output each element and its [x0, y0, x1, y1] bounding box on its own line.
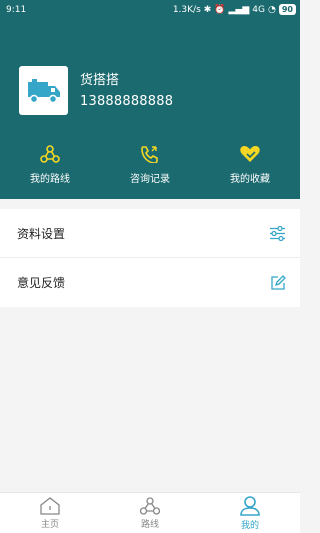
tab-home[interactable]: 主页	[0, 493, 100, 533]
bluetooth-icon: ✱	[203, 4, 212, 15]
phone-icon	[141, 146, 158, 163]
truck-icon	[27, 78, 60, 103]
shortcut-bar: 我的路线 咨询记录 我的收藏	[0, 145, 300, 193]
user-phone: 13888888888	[80, 93, 174, 109]
user-icon	[240, 495, 260, 516]
heart-icon	[240, 146, 260, 162]
home-icon	[40, 496, 60, 515]
edit-icon	[271, 274, 286, 290]
shortcut-label: 我的路线	[30, 174, 70, 185]
shortcut-consult-history[interactable]: 咨询记录	[100, 145, 200, 193]
status-bar: 9:11 1.3K/s ✱ ⏰ ▂▄▆ 4G ◔ 90	[0, 0, 300, 20]
settings-menu: 资料设置 意见反馈	[0, 209, 300, 307]
profile-card[interactable]: 货搭搭 13888888888	[19, 66, 173, 115]
shortcut-label: 咨询记录	[130, 174, 170, 185]
status-indicators: 1.3K/s ✱ ⏰ ▂▄▆ 4G ◔ 90	[173, 4, 296, 15]
settings-sliders-icon	[270, 225, 285, 241]
shortcut-favorites[interactable]: 我的收藏	[200, 145, 300, 193]
profile-header: 9:11 1.3K/s ✱ ⏰ ▂▄▆ 4G ◔ 90 货搭搭 13888888…	[0, 0, 300, 199]
tab-mine[interactable]: 我的	[200, 493, 300, 533]
network-type: 4G	[252, 4, 265, 15]
route-icon	[40, 145, 60, 163]
tab-label: 我的	[240, 520, 259, 531]
avatar	[19, 66, 68, 115]
user-name: 货搭搭	[80, 72, 120, 88]
menu-item-label: 资料设置	[17, 226, 66, 241]
tab-routes[interactable]: 路线	[100, 493, 200, 533]
shortcut-label: 我的收藏	[230, 174, 270, 185]
network-speed: 1.3K/s	[172, 4, 201, 15]
alarm-icon: ⏰	[214, 4, 226, 15]
wifi-icon: ◔	[268, 4, 276, 15]
battery-badge: 90	[278, 4, 296, 15]
menu-item-profile-settings[interactable]: 资料设置	[0, 209, 300, 258]
signal-icon: ▂▄▆	[228, 4, 250, 15]
menu-item-feedback[interactable]: 意见反馈	[0, 258, 300, 307]
status-time: 9:11	[6, 5, 27, 15]
tab-label: 路线	[140, 519, 159, 530]
shortcut-my-routes[interactable]: 我的路线	[0, 145, 100, 193]
bottom-tab-bar: 主页 路线 我的	[0, 492, 300, 533]
route-icon	[139, 496, 161, 515]
tab-label: 主页	[40, 519, 59, 530]
menu-item-label: 意见反馈	[17, 276, 66, 290]
